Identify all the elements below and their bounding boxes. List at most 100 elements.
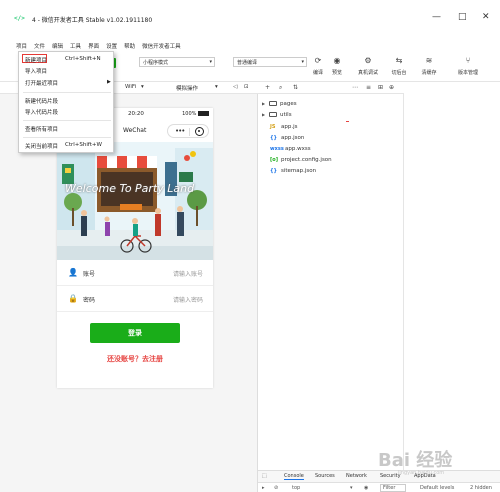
detach-icon[interactable]: ⊡ bbox=[244, 84, 249, 90]
hidden-count: 2 hidden bbox=[470, 485, 492, 491]
menu-settings[interactable]: 设置 bbox=[106, 42, 117, 50]
login-button[interactable]: 登录 bbox=[90, 323, 180, 343]
tab-sources[interactable]: Sources bbox=[315, 473, 335, 479]
preview-button[interactable]: ◉ 预览 bbox=[325, 56, 349, 76]
eye-icon: ◉ bbox=[333, 56, 341, 65]
shortcut-text: Ctrl+Shift+W bbox=[65, 142, 102, 148]
tree-item-app-wxss[interactable]: wxssapp.wxss bbox=[270, 146, 311, 156]
register-link[interactable]: 还没账号？去注册 bbox=[57, 354, 213, 364]
context-select[interactable]: top bbox=[292, 485, 300, 491]
chevron-down-icon: ▾ bbox=[301, 59, 304, 65]
mode-select[interactable]: 小程序模式 ▾ bbox=[139, 57, 215, 67]
password-input[interactable]: 请输入密码 bbox=[173, 295, 203, 304]
layers-icon: ≋ bbox=[425, 56, 433, 65]
window-title: 4 - 微信开发者工具 Stable v1.02.1911180 bbox=[32, 17, 153, 24]
folder-icon bbox=[269, 112, 277, 117]
menu-project[interactable]: 项目 bbox=[16, 42, 27, 50]
json-file-icon: {} bbox=[270, 168, 278, 174]
battery-indicator: 100% bbox=[182, 111, 209, 117]
js-file-icon: JS bbox=[270, 124, 276, 130]
tree-item-app-js[interactable]: JS app.js bbox=[270, 124, 298, 134]
switch-background-button[interactable]: ⇆ 切后台 bbox=[387, 56, 411, 76]
status-time: 20:20 bbox=[128, 111, 144, 117]
tree-item-utils[interactable]: ▶ utils bbox=[262, 112, 292, 122]
app-logo-icon: </> bbox=[14, 15, 25, 22]
chevron-right-icon: ▶ bbox=[107, 79, 111, 85]
banner-caption: Welcome To Party Land bbox=[65, 182, 195, 195]
search-icon[interactable]: ⌕ bbox=[279, 84, 282, 92]
menu-tools[interactable]: 工具 bbox=[70, 42, 81, 50]
account-input[interactable]: 请输入账号 bbox=[173, 269, 203, 278]
sort-icon[interactable]: ⇅ bbox=[293, 84, 298, 91]
json-file-icon: {} bbox=[270, 135, 278, 141]
console-filter-input[interactable]: Filter bbox=[380, 484, 407, 492]
tree-item-project-config[interactable]: [o] project.config.json bbox=[270, 157, 332, 167]
password-row[interactable]: 🔒 密码 请输入密码 bbox=[57, 286, 213, 312]
chevron-down-icon: ▾ bbox=[209, 59, 212, 65]
tab-console[interactable]: Console bbox=[284, 473, 304, 480]
collapse-icon[interactable]: ≡ bbox=[366, 84, 371, 91]
menu-item-import-project[interactable]: 导入项目 bbox=[25, 67, 47, 75]
minimize-button[interactable]: — bbox=[432, 12, 441, 22]
switch-icon: ⇆ bbox=[395, 56, 403, 65]
tab-network[interactable]: Network bbox=[346, 473, 367, 479]
tree-item-pages[interactable]: ▶ pages bbox=[262, 101, 297, 111]
add-panel-icon[interactable]: ⊕ bbox=[389, 84, 394, 91]
chevron-down-icon: ▾ bbox=[350, 485, 353, 491]
add-file-icon[interactable]: + bbox=[265, 84, 270, 91]
log-levels-select[interactable]: Default levels bbox=[420, 485, 454, 491]
devtools-inspect-icon[interactable]: ⬚ bbox=[262, 473, 267, 479]
banner-image: Welcome To Party Land bbox=[57, 142, 213, 260]
branch-icon: ⑂ bbox=[465, 56, 471, 65]
console-filter-bar: ▸ ⊘ top ▾ ◉ Filter Default levels 2 hidd… bbox=[258, 482, 500, 492]
simulate-action-select[interactable]: 模拟操作 bbox=[176, 84, 198, 92]
more-icon[interactable]: ⋯ bbox=[352, 84, 358, 91]
menu-help[interactable]: 帮助 bbox=[124, 42, 135, 50]
title-bar: </> 4 - 微信开发者工具 Stable v1.02.1911180 — □… bbox=[0, 0, 500, 40]
menu-view[interactable]: 界面 bbox=[88, 42, 99, 50]
baidu-watermark: Bai 经验 jingyan.baidu.com bbox=[378, 450, 453, 476]
clear-console-icon[interactable]: ⊘ bbox=[274, 485, 278, 491]
chevron-down-icon: ▾ bbox=[215, 84, 218, 90]
close-button[interactable]: ✕ bbox=[482, 12, 490, 22]
close-mini-program-icon[interactable] bbox=[195, 127, 204, 136]
editor-pane[interactable] bbox=[404, 82, 500, 470]
tree-item-app-json[interactable]: {} app.json bbox=[270, 135, 304, 145]
shortcut-text: Ctrl+Shift+N bbox=[65, 56, 101, 62]
lock-icon: 🔒 bbox=[68, 294, 78, 303]
menu-wechat-devtools[interactable]: 微信开发者工具 bbox=[142, 42, 181, 50]
menu-file[interactable]: 文件 bbox=[34, 42, 45, 50]
cursor-mark bbox=[346, 121, 349, 122]
chevron-down-icon: ▾ bbox=[141, 84, 144, 90]
menu-edit[interactable]: 编辑 bbox=[52, 42, 63, 50]
menu-item-close-project[interactable]: 关闭当前项目 Ctrl+Shift+W bbox=[25, 142, 102, 150]
debug-icon: ⚙ bbox=[364, 56, 372, 65]
battery-icon bbox=[198, 111, 209, 116]
remote-debug-button[interactable]: ⚙ 真机调试 bbox=[356, 56, 380, 76]
mini-program-capsule[interactable]: ••• bbox=[167, 124, 209, 138]
split-icon[interactable]: ⊞ bbox=[378, 84, 383, 91]
sidebar-toggle-icon[interactable]: ▸ bbox=[262, 485, 265, 491]
tree-item-sitemap-json[interactable]: {} sitemap.json bbox=[270, 168, 316, 178]
menu-item-new-snippet[interactable]: 新建代码片段 bbox=[25, 97, 58, 105]
eye-icon[interactable]: ◉ bbox=[364, 485, 368, 491]
collapse-panel-icon[interactable]: ◁ bbox=[233, 84, 237, 90]
menu-item-view-all-projects[interactable]: 查看所有项目 bbox=[25, 125, 58, 133]
version-control-button[interactable]: ⑂ 版本管理 bbox=[456, 56, 480, 76]
config-file-icon: [o] bbox=[270, 157, 279, 163]
compile-mode-select[interactable]: 普通编译 ▾ bbox=[233, 57, 307, 67]
maximize-button[interactable]: □ bbox=[458, 12, 467, 22]
account-row[interactable]: 👤 账号 请输入账号 bbox=[57, 260, 213, 286]
menu-item-import-snippet[interactable]: 导入代码片段 bbox=[25, 108, 58, 116]
menu-item-new-project[interactable]: 新建项目 Ctrl+Shift+N bbox=[25, 56, 101, 64]
account-label: 账号 bbox=[83, 271, 96, 278]
folder-icon bbox=[269, 101, 277, 106]
menu-item-recent-projects[interactable]: 打开最近项目 ▶ bbox=[25, 79, 111, 87]
explorer-toolbar: + ⌕ ⇅ ⋯ ≡ ⊞ ⊕ bbox=[258, 82, 404, 94]
wxss-file-icon: wxss bbox=[270, 146, 284, 152]
file-explorer: ▶ pages ▶ utils JS app.js {} app.json wxssap… bbox=[258, 94, 404, 470]
user-icon: 👤 bbox=[68, 268, 78, 277]
more-icon[interactable]: ••• bbox=[175, 127, 185, 135]
network-select[interactable]: WiFi bbox=[125, 84, 136, 90]
clear-cache-button[interactable]: ≋ 清缓存 bbox=[417, 56, 441, 76]
